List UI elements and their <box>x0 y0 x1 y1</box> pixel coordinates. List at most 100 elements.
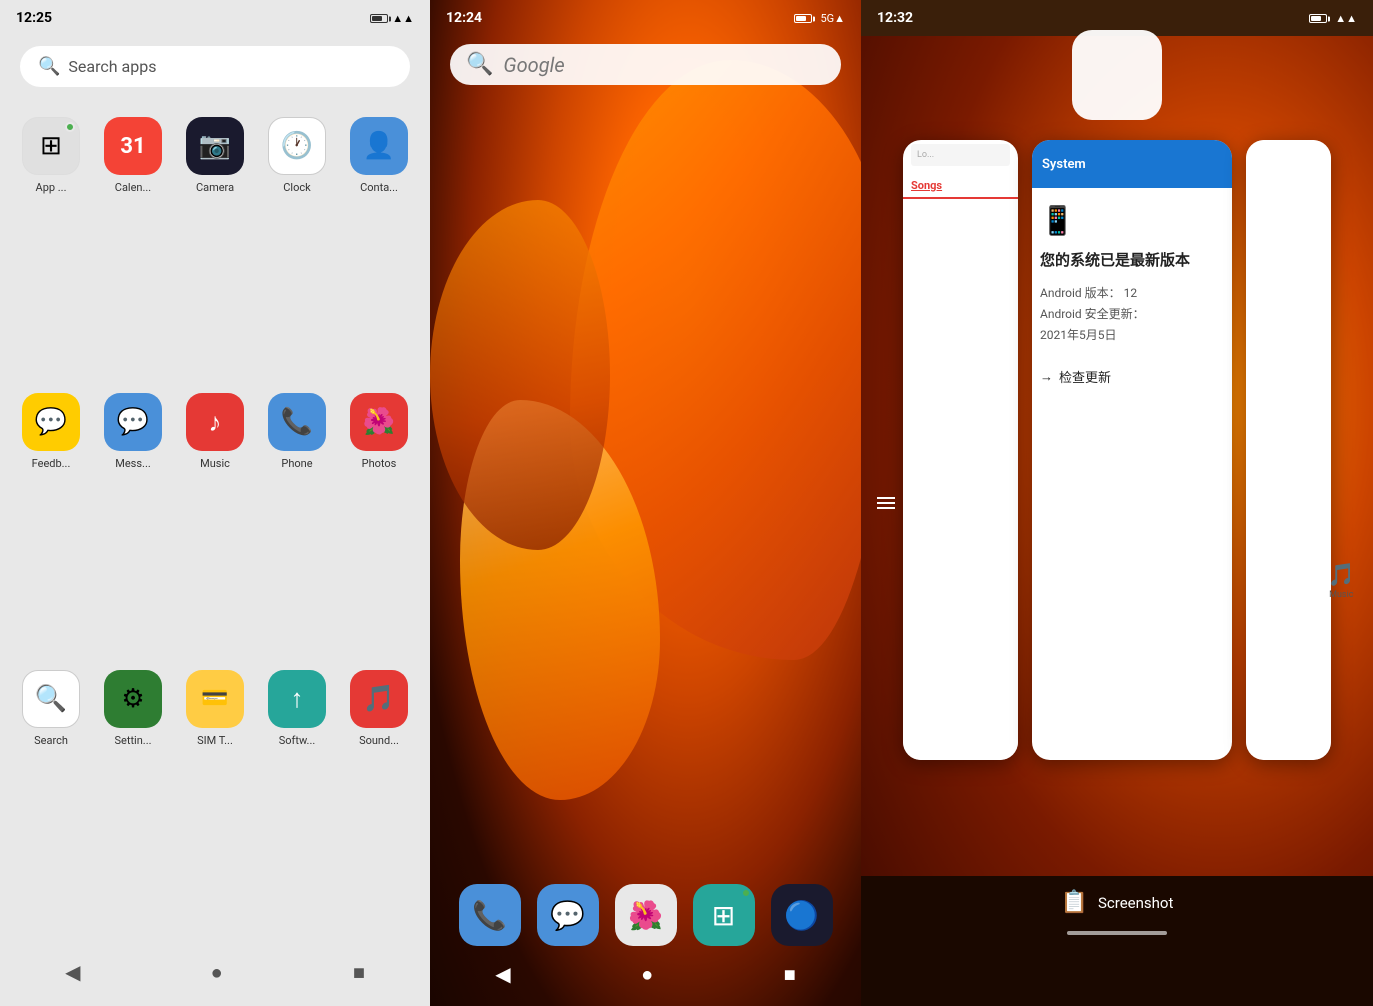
app-icon-messages: 💬 <box>104 393 162 451</box>
nav-bar-2: ◀ ● ■ <box>430 950 861 1006</box>
white-app-blob <box>1072 30 1162 120</box>
songs-tab[interactable]: Songs <box>903 170 1018 199</box>
google-search-bar[interactable]: 🔍 Google <box>450 44 841 85</box>
battery-icon-3 <box>1309 12 1327 25</box>
status-icons-3: ▲▲ <box>1309 12 1357 25</box>
app-label-music: Music <box>200 457 230 470</box>
screenshot-icon: 📋 <box>1061 890 1088 915</box>
search-bar-icon: 🔍 <box>38 56 60 77</box>
signal-icon-3: ▲▲ <box>1335 12 1357 25</box>
battery-icon-1 <box>370 12 388 25</box>
app-label-sound: Sound... <box>359 734 399 747</box>
android-version-label: Android 版本： 12 <box>1040 284 1224 301</box>
app-photos[interactable]: 🌺 Photos <box>338 383 420 659</box>
app-icon-camera: 📷 <box>186 117 244 175</box>
app-label-messages: Mess... <box>115 457 151 470</box>
app-icon-phone: 📞 <box>268 393 326 451</box>
app-settings[interactable]: ⚙ Settin... <box>92 660 174 936</box>
nav-home-1[interactable]: ● <box>211 960 223 985</box>
dock-appstore-icon: ⊞ <box>712 899 735 932</box>
partial-right-content <box>1246 140 1331 760</box>
panel-home-screen: 12:24 5G▲ 🔍 Google 📞 💬 🌺 ⊞ 🔵 <box>430 0 861 1006</box>
nav-recents-1[interactable]: ■ <box>353 960 365 985</box>
dock-phone-icon: 📞 <box>472 899 507 932</box>
search-bar[interactable]: 🔍 Search apps <box>20 46 410 87</box>
dock-appstore[interactable]: ⊞ <box>693 884 755 946</box>
check-update-text: 检查更新 <box>1059 367 1111 386</box>
signal-icon-1: ▲▲ <box>392 12 414 25</box>
dock-photos[interactable]: 🌺 <box>615 884 677 946</box>
app-label-photos: Photos <box>362 457 397 470</box>
screenshot-button[interactable]: 📋 Screenshot <box>1061 890 1174 915</box>
app-clock[interactable]: 🕐 Clock <box>256 107 338 383</box>
recent-card-partial-right[interactable] <box>1246 140 1331 760</box>
system-update-title: 您的系统已是最新版本 <box>1040 249 1224 270</box>
app-simt[interactable]: 💳 SIM T... <box>174 660 256 936</box>
app-icon-feedback: 💬 <box>22 393 80 451</box>
panel-app-drawer: 12:25 ▲▲ 🔍 Search apps ⊞ App ... 31 Cale… <box>0 0 430 1006</box>
panel-recent-apps: 12:32 ▲▲ Lo... Songs 🎵 M <box>861 0 1373 1006</box>
check-update-arrow: → <box>1040 369 1053 385</box>
app-icon-photos: 🌺 <box>350 393 408 451</box>
nav-home-2[interactable]: ● <box>641 962 653 987</box>
app-label-software: Softw... <box>279 734 316 747</box>
android-security-label: Android 安全更新： <box>1040 305 1224 322</box>
menu-lines-icon <box>877 494 895 512</box>
app-music[interactable]: ♪ Music <box>174 383 256 659</box>
app-sound[interactable]: 🎵 Sound... <box>338 660 420 936</box>
app-appstore[interactable]: ⊞ App ... <box>10 107 92 383</box>
app-icon-search: 🔍 <box>22 670 80 728</box>
wallpaper <box>430 0 861 1006</box>
search-placeholder-partial: Lo... <box>911 144 1010 166</box>
dock-bar: 📞 💬 🌺 ⊞ 🔵 <box>430 884 861 946</box>
app-messages[interactable]: 💬 Mess... <box>92 383 174 659</box>
system-update-icon: 📱 <box>1040 204 1224 237</box>
status-time-3: 12:32 <box>877 10 913 26</box>
app-contacts[interactable]: 👤 Conta... <box>338 107 420 383</box>
app-calendar[interactable]: 31 Calen... <box>92 107 174 383</box>
app-icon-clock: 🕐 <box>268 117 326 175</box>
dock-messages-icon: 💬 <box>550 899 585 932</box>
dock-messages[interactable]: 💬 <box>537 884 599 946</box>
screenshot-label: Screenshot <box>1098 894 1173 912</box>
nav-back-2[interactable]: ◀ <box>495 962 510 986</box>
recent-apps-cards: Lo... Songs 🎵 Music System 📱 您的系统已是最新版本 <box>861 140 1373 760</box>
check-update-button[interactable]: → 检查更新 <box>1040 367 1224 386</box>
app-icon-contacts: 👤 <box>350 117 408 175</box>
nav-recents-2[interactable]: ■ <box>784 962 796 987</box>
app-icon-sound: 🎵 <box>350 670 408 728</box>
partial-card-top: Lo... <box>903 140 1018 170</box>
app-icon-simt: 💳 <box>186 670 244 728</box>
app-feedback[interactable]: 💬 Feedb... <box>10 383 92 659</box>
dock-notification-dot <box>741 888 751 898</box>
app-phone[interactable]: 📞 Phone <box>256 383 338 659</box>
home-indicator <box>1067 931 1167 935</box>
app-icon-settings: ⚙ <box>104 670 162 728</box>
recent-card-partial-left[interactable]: Lo... Songs 🎵 Music <box>903 140 1018 760</box>
app-label-phone: Phone <box>281 457 312 470</box>
app-camera[interactable]: 📷 Camera <box>174 107 256 383</box>
signal-5g-icon: 5G▲ <box>820 12 845 25</box>
app-icon-software: ↑ <box>268 670 326 728</box>
status-icons-2: 5G▲ <box>794 12 845 25</box>
apps-grid: ⊞ App ... 31 Calen... 📷 Camera 🕐 Clock <box>0 97 430 946</box>
nav-back-1[interactable]: ◀ <box>65 960 80 984</box>
status-time-2: 12:24 <box>446 10 482 26</box>
recent-card-system-update[interactable]: System 📱 您的系统已是最新版本 Android 版本： 12 Andro… <box>1032 140 1232 760</box>
app-search[interactable]: 🔍 Search <box>10 660 92 936</box>
app-label-feedback: Feedb... <box>32 457 71 470</box>
app-label-simt: SIM T... <box>197 734 233 747</box>
google-search-text: Google <box>503 53 564 77</box>
songs-tab-label: Songs <box>911 179 942 192</box>
app-icon-appstore: ⊞ <box>22 117 80 175</box>
dock-camera[interactable]: 🔵 <box>771 884 833 946</box>
card-system-content: 📱 您的系统已是最新版本 Android 版本： 12 Android 安全更新… <box>1032 188 1232 760</box>
status-icons-1: ▲▲ <box>370 12 414 25</box>
app-label-settings: Settin... <box>114 734 151 747</box>
app-software[interactable]: ↑ Softw... <box>256 660 338 936</box>
dock-photos-icon: 🌺 <box>628 899 663 932</box>
app-label-camera: Camera <box>196 181 234 194</box>
app-notification-dot <box>65 122 75 132</box>
dock-phone[interactable]: 📞 <box>459 884 521 946</box>
google-search-icon: 🔍 <box>466 52 493 77</box>
